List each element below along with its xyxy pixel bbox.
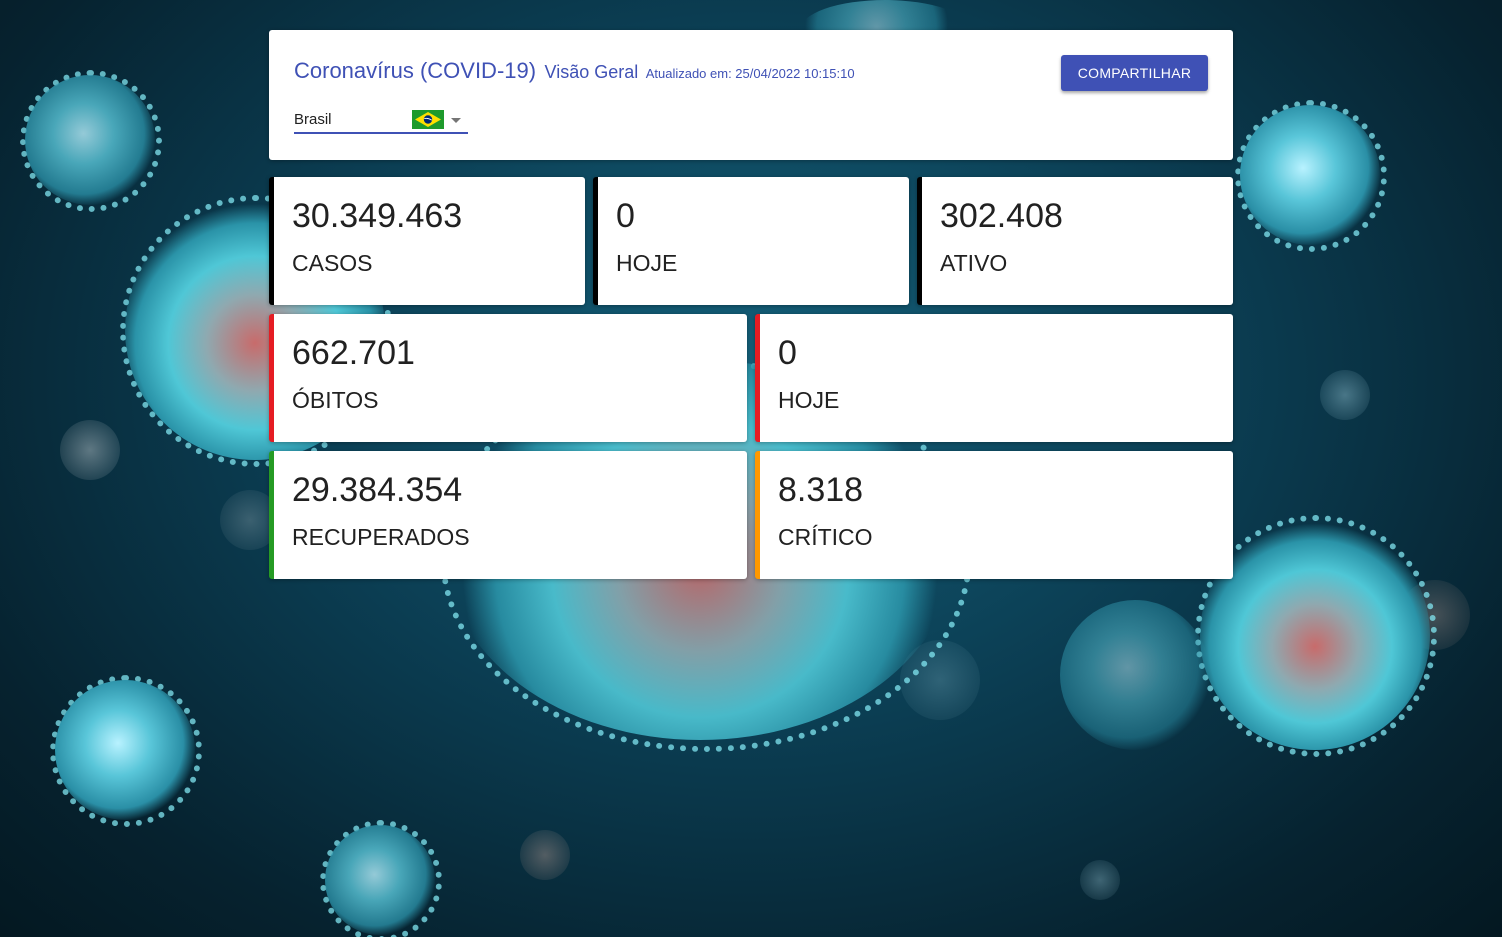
stat-label: RECUPERADOS bbox=[292, 524, 470, 550]
chevron-down-icon bbox=[451, 118, 461, 123]
share-button[interactable]: COMPARTILHAR bbox=[1061, 55, 1208, 91]
stat-card-cases-today: 0 HOJE bbox=[593, 177, 909, 305]
stat-card-deaths-today: 0 HOJE bbox=[755, 314, 1233, 442]
overview-panel: Coronavírus (COVID-19) Visão Geral Atual… bbox=[269, 30, 1233, 160]
stat-label: CASOS bbox=[292, 250, 373, 276]
stat-value: 8.318 bbox=[778, 471, 864, 509]
stat-label: ATIVO bbox=[940, 250, 1008, 276]
stat-label: ÓBITOS bbox=[292, 387, 379, 413]
country-select-value: Brasil bbox=[294, 111, 332, 128]
stat-card-deaths: 662.701 ÓBITOS bbox=[269, 314, 747, 442]
stat-card-critical: 8.318 CRÍTICO bbox=[755, 451, 1233, 579]
stat-value: 29.384.354 bbox=[292, 471, 463, 509]
title-main: Coronavírus (COVID-19) bbox=[294, 58, 537, 83]
updated-timestamp: Atualizado em: 25/04/2022 10:15:10 bbox=[645, 66, 855, 81]
stat-card-recovered: 29.384.354 RECUPERADOS bbox=[269, 451, 747, 579]
stat-value: 0 bbox=[616, 197, 635, 235]
stat-value: 30.349.463 bbox=[292, 197, 463, 235]
stat-label: CRÍTICO bbox=[778, 524, 873, 550]
stat-card-active: 302.408 ATIVO bbox=[917, 177, 1233, 305]
stat-label: HOJE bbox=[778, 387, 840, 413]
stat-value: 662.701 bbox=[292, 334, 415, 372]
stat-value: 0 bbox=[778, 334, 797, 372]
page-title: Coronavírus (COVID-19) Visão Geral Atual… bbox=[294, 58, 855, 84]
stat-card-cases: 30.349.463 CASOS bbox=[269, 177, 585, 305]
stat-label: HOJE bbox=[616, 250, 678, 276]
brazil-flag-icon bbox=[412, 110, 444, 129]
title-subtitle: Visão Geral bbox=[544, 62, 639, 82]
stat-value: 302.408 bbox=[940, 197, 1063, 235]
country-select[interactable]: Brasil bbox=[294, 106, 468, 134]
